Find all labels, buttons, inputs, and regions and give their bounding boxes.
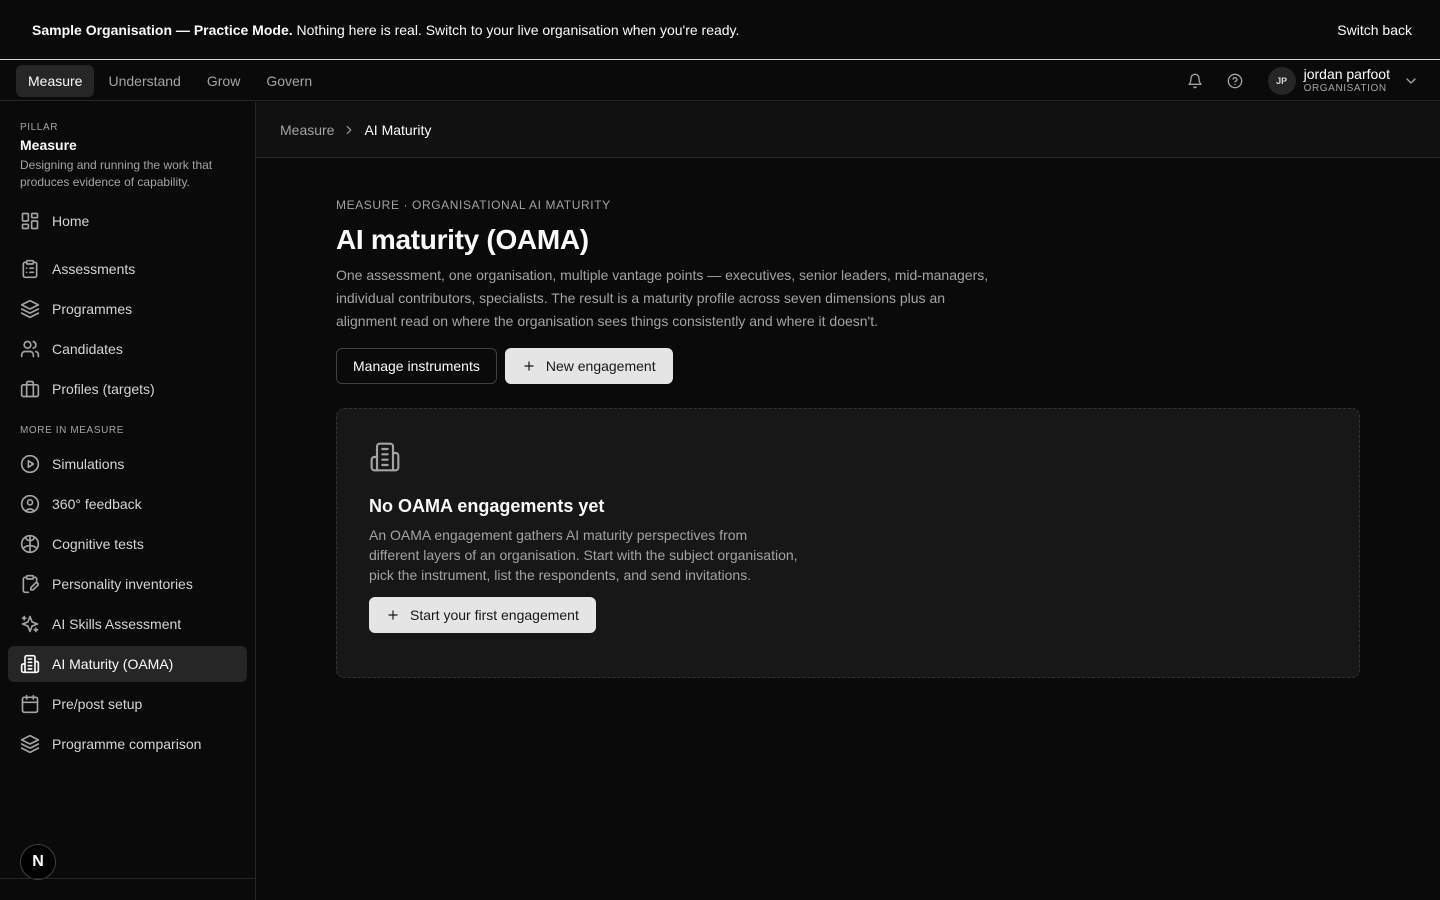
sidebar-item-label: Cognitive tests	[52, 536, 144, 552]
start-first-engagement-label: Start your first engagement	[410, 607, 579, 623]
page-description: One assessment, one organisation, multip…	[336, 267, 989, 329]
help-icon[interactable]	[1222, 68, 1248, 94]
sidebar-item-label: AI Maturity (OAMA)	[52, 656, 174, 672]
chevron-right-icon	[347, 125, 352, 134]
building-icon	[20, 654, 40, 674]
page-eyebrow: MEASURE · ORGANISATIONAL AI MATURITY	[336, 198, 611, 212]
sidebar-item-label: Programmes	[52, 301, 133, 317]
top-navigation: Measure Understand Grow Govern JP jordan…	[0, 61, 1440, 101]
sidebar-item-ai-skills-assessment[interactable]: AI Skills Assessment	[8, 606, 247, 642]
sidebar-item-profiles[interactable]: Profiles (targets)	[8, 371, 247, 407]
empty-state: No OAMA engagements yet An OAMA engageme…	[336, 408, 1360, 678]
empty-state-title: No OAMA engagements yet	[369, 496, 605, 516]
sidebar-item-label: 360° feedback	[52, 496, 142, 512]
new-engagement-label: New engagement	[545, 358, 656, 374]
sidebar-item-label: Home	[52, 213, 90, 229]
sidebar-item-label: AI Skills Assessment	[52, 616, 182, 632]
tab-grow[interactable]: Grow	[195, 65, 252, 97]
app-badge[interactable]: N	[20, 844, 56, 880]
manage-instruments-label: Manage instruments	[353, 358, 480, 374]
sidebar-item-ai-maturity[interactable]: AI Maturity (OAMA)	[8, 646, 247, 682]
clipboard-icon	[22, 259, 38, 279]
pillar-name: Measure	[20, 137, 77, 153]
layers-icon	[20, 734, 40, 754]
new-engagement-button[interactable]: New engagement	[504, 348, 673, 384]
layers-icon	[20, 299, 40, 319]
sidebar-item-label: Profiles (targets)	[52, 381, 155, 397]
calendar-icon	[21, 694, 39, 714]
main-content: Measure AI Maturity MEASURE · ORGANISATI…	[256, 102, 1440, 900]
top-right-controls: JP jordan parfoot ORGANISATION	[1182, 66, 1424, 96]
switch-back-button[interactable]: Switch back	[1337, 22, 1412, 38]
tab-govern[interactable]: Govern	[254, 65, 324, 97]
page-title: AI maturity (OAMA)	[336, 224, 589, 255]
sidebar-item-pre-post-setup[interactable]: Pre/post setup	[8, 686, 247, 722]
bell-icon[interactable]	[1182, 68, 1208, 94]
sidebar-item-programmes[interactable]: Programmes	[8, 291, 247, 327]
practice-mode-banner: Sample Organisation — Practice Mode. Not…	[0, 0, 1440, 60]
user-circle-icon	[20, 494, 40, 514]
user-menu[interactable]: JP jordan parfoot ORGANISATION	[1267, 66, 1424, 96]
user-name: jordan parfoot	[1303, 65, 1390, 82]
sidebar-item-candidates[interactable]: Candidates	[8, 331, 247, 367]
sidebar-item-360-feedback[interactable]: 360° feedback	[8, 486, 247, 522]
page-body: MEASURE · ORGANISATIONAL AI MATURITY AI …	[256, 158, 1440, 678]
grid-icon	[21, 212, 39, 230]
pillar-description: Designing and running the work that prod…	[20, 158, 213, 189]
sidebar-item-label: Personality inventories	[52, 576, 193, 592]
sidebar-footer	[0, 878, 255, 900]
brain-icon	[20, 534, 40, 554]
page-actions: Manage instruments New engagement	[336, 348, 1440, 384]
pillar-label: PILLAR	[20, 122, 59, 133]
building-icon	[370, 442, 400, 472]
sparkles-icon	[21, 615, 39, 633]
sidebar-item-label: Programme comparison	[52, 736, 202, 752]
breadcrumb-parent[interactable]: Measure	[280, 122, 334, 138]
sidebar-item-label: Pre/post setup	[52, 696, 143, 712]
briefcase-icon	[20, 380, 40, 398]
sidebar-item-simulations[interactable]: Simulations	[8, 446, 247, 482]
plus-icon	[524, 361, 534, 371]
sidebar-item-label: Simulations	[52, 456, 125, 472]
user-role: ORGANISATION	[1303, 82, 1387, 94]
chevron-down-icon[interactable]	[1398, 68, 1424, 94]
sidebar-item-programme-comparison[interactable]: Programme comparison	[8, 726, 247, 762]
play-circle-icon	[20, 454, 40, 474]
banner-text: Nothing here is real. Switch to your liv…	[292, 21, 740, 38]
sidebar-item-label: Assessments	[52, 261, 136, 277]
plus-icon	[388, 610, 398, 620]
start-first-engagement-button[interactable]: Start your first engagement	[369, 597, 596, 633]
sidebar-item-assessments[interactable]: Assessments	[8, 251, 247, 287]
sidebar-item-personality-inventories[interactable]: Personality inventories	[8, 566, 247, 602]
empty-state-description: An OAMA engagement gathers AI maturity p…	[369, 527, 798, 583]
breadcrumb: Measure AI Maturity	[256, 102, 1440, 158]
breadcrumb-current: AI Maturity	[364, 121, 432, 138]
tab-understand[interactable]: Understand	[96, 65, 192, 97]
manage-instruments-button[interactable]: Manage instruments	[336, 348, 497, 384]
users-icon	[20, 340, 40, 358]
tab-measure[interactable]: Measure	[16, 64, 95, 97]
sidebar: PILLAR Measure Designing and running the…	[0, 102, 256, 900]
sidebar-item-cognitive-tests[interactable]: Cognitive tests	[8, 526, 247, 562]
clipboard-pen-icon	[22, 574, 39, 594]
sidebar-item-label: Candidates	[52, 341, 123, 357]
section-label-more: MORE IN MEASURE	[20, 425, 125, 436]
pillar-tabs: Measure Understand Grow Govern	[16, 64, 324, 97]
banner-message: Sample Organisation — Practice Mode. Not…	[32, 22, 739, 38]
sidebar-item-home[interactable]: Home	[8, 203, 247, 239]
banner-bold-text: Sample Organisation — Practice Mode.	[32, 21, 293, 38]
avatar: JP	[1267, 66, 1296, 95]
user-info: jordan parfoot ORGANISATION	[1304, 66, 1390, 96]
